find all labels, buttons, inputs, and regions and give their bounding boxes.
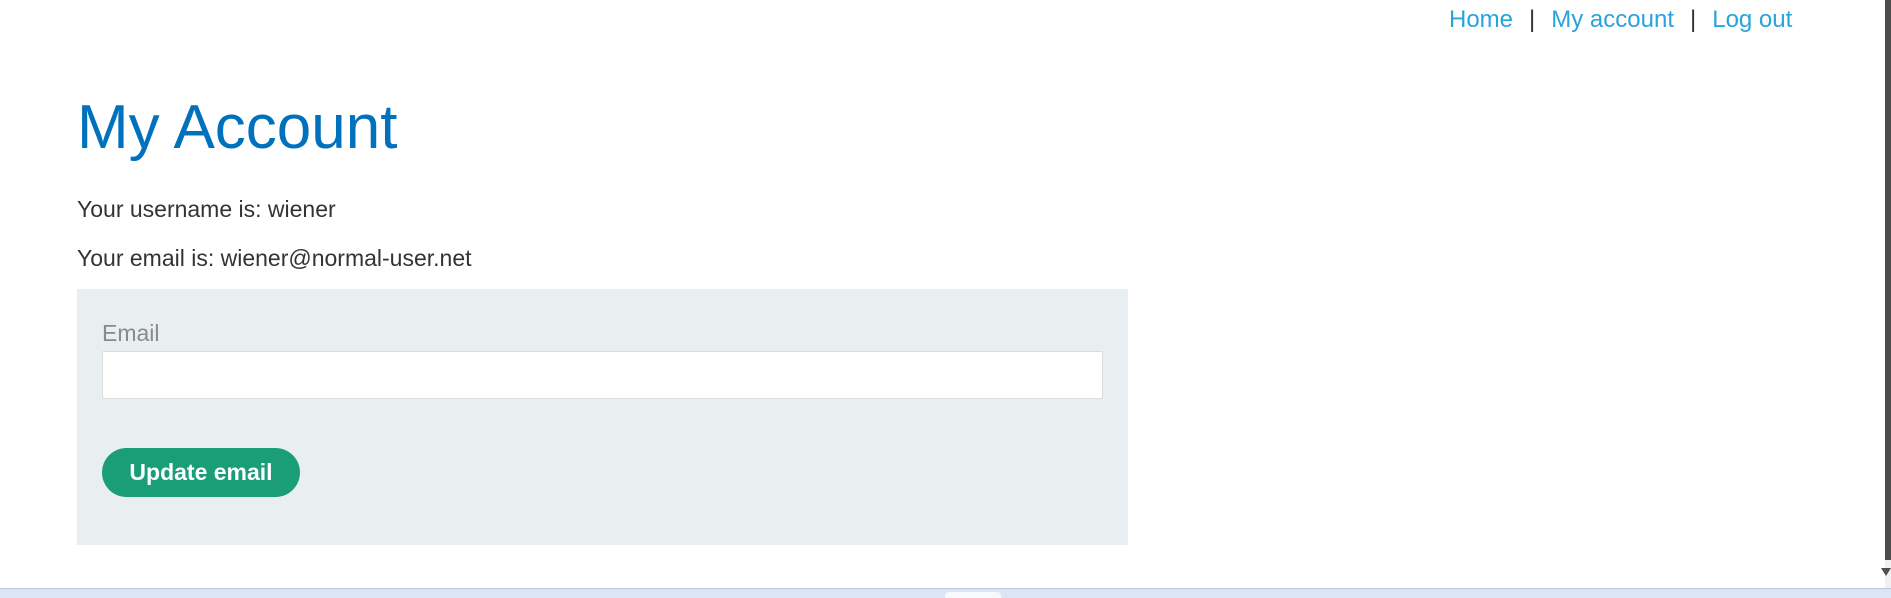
scrollbar-thumb[interactable] [1885, 0, 1891, 560]
nav-log-out-link[interactable]: Log out [1712, 6, 1792, 33]
vertical-scrollbar[interactable] [1885, 0, 1891, 588]
nav-separator: | [1529, 6, 1536, 33]
nav-my-account-link[interactable]: My account [1551, 6, 1674, 33]
update-email-button[interactable]: Update email [102, 448, 300, 497]
email-label: Email [102, 320, 160, 346]
taskbar [0, 588, 1891, 598]
username-text: Your username is: wiener [77, 196, 336, 222]
email-input[interactable] [102, 351, 1103, 399]
nav-separator: | [1689, 6, 1697, 33]
taskbar-button[interactable] [945, 592, 1001, 598]
nav-home-link[interactable]: Home [1449, 6, 1513, 33]
email-text: Your email is: wiener@normal-user.net [77, 245, 472, 271]
account-page: Home | My account | Log out My Account Your … [0, 0, 1891, 598]
scroll-down-arrow-icon[interactable] [1881, 568, 1891, 576]
change-email-form: Email Update email [77, 289, 1128, 545]
page-title: My Account [77, 93, 398, 162]
header-nav: Home | My account | Log out [1449, 4, 1792, 36]
